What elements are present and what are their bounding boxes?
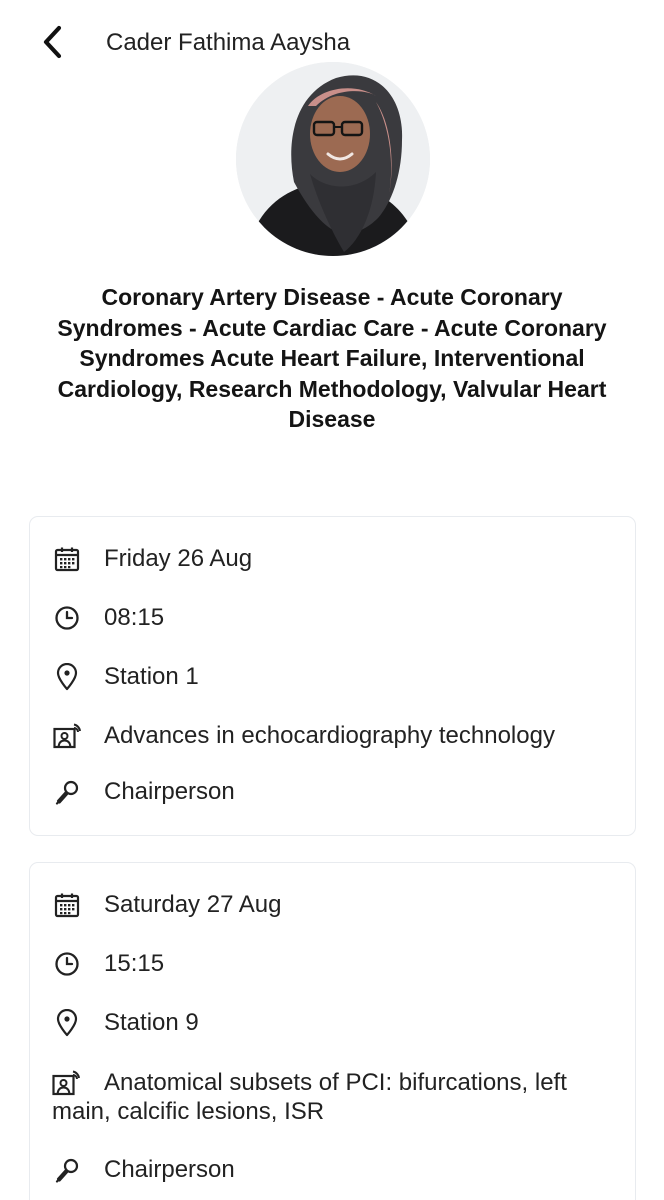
clock-icon bbox=[52, 603, 82, 633]
session-role-row: Chairperson bbox=[52, 777, 617, 807]
session-role: Chairperson bbox=[104, 778, 235, 805]
microphone-icon bbox=[52, 1155, 82, 1185]
session-location: Station 9 bbox=[104, 1009, 199, 1036]
session-role: Chairperson bbox=[104, 1156, 235, 1183]
speaker-avatar bbox=[236, 62, 430, 256]
session-time-row: 15:15 bbox=[52, 949, 617, 979]
session-title: Advances in echocardiography technology bbox=[104, 722, 555, 749]
session-time-row: 08:15 bbox=[52, 603, 617, 633]
session-date: Saturday 27 Aug bbox=[104, 891, 282, 918]
session-date-row: Friday 26 Aug bbox=[52, 544, 617, 574]
session-card[interactable]: Friday 26 Aug 08:15 Station 1 Advances i… bbox=[29, 516, 636, 836]
session-location-row: Station 9 bbox=[52, 1008, 617, 1038]
session-card[interactable]: Saturday 27 Aug 15:15 Station 9 Anatomic… bbox=[29, 862, 636, 1200]
presentation-icon bbox=[52, 721, 82, 751]
map-pin-icon bbox=[52, 662, 82, 692]
session-time: 15:15 bbox=[104, 950, 165, 977]
map-pin-icon bbox=[52, 1008, 82, 1038]
session-title-row: Advances in echocardiography technology bbox=[52, 721, 617, 751]
session-location-row: Station 1 bbox=[52, 662, 617, 692]
session-time: 08:15 bbox=[104, 604, 165, 631]
speaker-detail-screen: Cader Fathima Aaysha Coronary Artery Dis… bbox=[0, 0, 664, 1200]
calendar-icon bbox=[52, 890, 82, 920]
session-date-row: Saturday 27 Aug bbox=[52, 890, 617, 920]
session-date: Friday 26 Aug bbox=[104, 545, 253, 572]
chevron-left-icon bbox=[43, 25, 62, 59]
session-role-row: Chairperson bbox=[52, 1155, 617, 1185]
session-title: Anatomical subsets of PCI: bifurcations,… bbox=[52, 1069, 567, 1125]
page-title: Cader Fathima Aaysha bbox=[106, 29, 351, 56]
presentation-icon bbox=[52, 1068, 82, 1097]
session-title-row: Anatomical subsets of PCI: bifurcations,… bbox=[52, 1068, 613, 1126]
microphone-icon bbox=[52, 777, 82, 807]
back-button[interactable] bbox=[34, 22, 70, 62]
calendar-icon bbox=[52, 544, 82, 574]
session-location: Station 1 bbox=[104, 663, 199, 690]
clock-icon bbox=[52, 949, 82, 979]
speaker-specialties: Coronary Artery Disease - Acute Coronary… bbox=[57, 284, 607, 432]
